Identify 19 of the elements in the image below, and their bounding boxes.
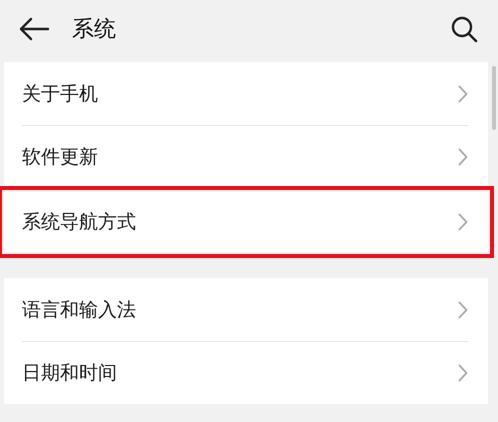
- chevron-right-icon: [458, 148, 468, 166]
- back-icon[interactable]: [18, 17, 50, 41]
- row-label: 关于手机: [22, 82, 99, 106]
- chevron-right-icon: [458, 364, 468, 382]
- page-title: 系统: [72, 16, 117, 44]
- chevron-right-icon: [458, 84, 468, 102]
- settings-row[interactable]: 关于手机: [4, 62, 488, 125]
- row-label: 语言和输入法: [22, 298, 137, 322]
- chevron-right-icon: [458, 213, 468, 231]
- highlighted-settings-row[interactable]: 系统导航方式: [4, 192, 488, 252]
- row-label: 日期和时间: [22, 360, 118, 386]
- scrollbar: [492, 66, 496, 130]
- row-label: 系统导航方式: [22, 210, 137, 235]
- search-icon[interactable]: [450, 15, 478, 43]
- row-label: 软件更新: [22, 144, 99, 170]
- settings-row[interactable]: 日期和时间: [4, 341, 488, 404]
- chevron-right-icon: [458, 300, 468, 318]
- settings-row[interactable]: 软件更新: [4, 125, 488, 188]
- settings-row[interactable]: 语言和输入法: [4, 278, 488, 341]
